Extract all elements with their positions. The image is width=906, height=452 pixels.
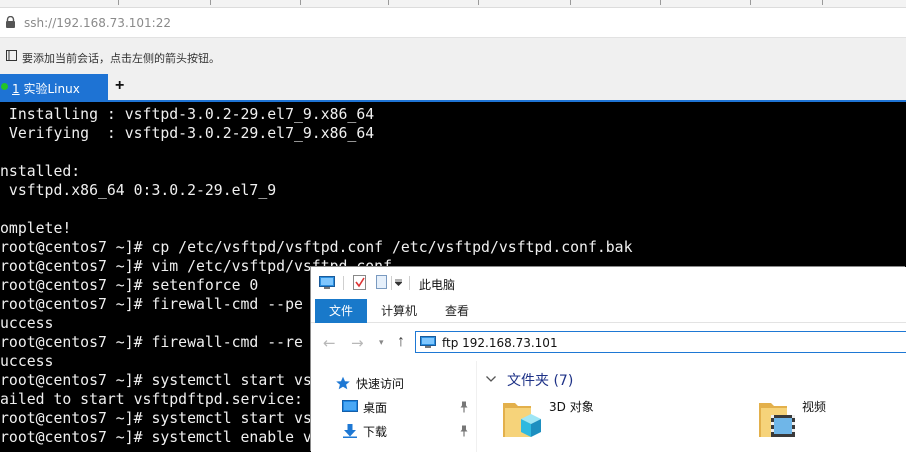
terminal-line: root@centos7 ~]# firewall-cmd --pe [0,296,303,313]
top-toolbar-strip [0,0,906,8]
desktop-icon [342,400,358,412]
toolbar-tick [118,0,119,5]
terminal-line: uccess [0,315,54,332]
up-arrow-icon[interactable]: ↑ [397,333,405,351]
terminal-line: root@centos7 ~]# systemctl start vs [0,410,312,427]
terminal-line: Verifying : vsftpd-3.0.2-29.el7_9.x86_64 [0,125,375,142]
session-address-bar[interactable]: ssh://192.168.73.101:22 [0,8,906,38]
folders-group-title: 文件夹 (7) [507,373,574,389]
properties-check-icon[interactable] [353,275,366,290]
terminal-line: vsftpd.x86_64 0:3.0.2-29.el7_9 [0,182,277,199]
nav-item-desktop[interactable]: 桌面 [311,395,476,419]
hint-bar: 要添加当前会话，点击左侧的箭头按钮。 [0,38,906,74]
window-title: 此电脑 [419,278,456,292]
terminal-line: root@centos7 ~]# setenforce 0 [0,277,259,294]
pin-icon[interactable] [459,425,469,437]
download-icon [343,424,357,438]
add-session-icon[interactable] [5,49,18,62]
toolbar-tick [822,0,823,5]
3d-objects-folder-icon [503,403,541,437]
nav-item-quick-access[interactable]: 快速访问 [311,371,476,395]
chevron-down-icon [486,376,496,382]
forward-arrow-icon[interactable]: → [351,334,364,352]
navigation-pane: 快速访问 桌面 下载 [311,361,476,452]
toolbar-tick [660,0,661,5]
terminal-line: root@centos7 ~]# cp /etc/vsftpd/vsftpd.c… [0,239,633,256]
toolbar-tick [570,0,571,5]
connected-status-dot [1,83,8,90]
folder-label: 视频 [802,400,827,414]
back-arrow-icon[interactable]: ← [323,334,336,352]
tab-file[interactable]: 文件 [315,299,367,323]
nav-item-label: 下载 [363,425,388,439]
pin-icon[interactable] [459,401,469,413]
toolbar-tick [300,0,301,5]
nav-item-label: 快速访问 [356,377,405,391]
videos-folder-icon [759,403,795,437]
folder-label: 3D 对象 [549,400,594,414]
explorer-title-bar: 此电脑 [311,267,906,299]
nav-item-label: 桌面 [363,401,388,415]
file-explorer-window[interactable]: 此电脑 文件 计算机 查看 ← → ▾ ↑ 快速访问 [311,267,906,452]
explorer-ribbon: 文件 计算机 查看 [311,299,906,323]
this-pc-icon [319,276,335,289]
terminal-line: root@centos7 ~]# systemctl enable v [0,429,312,446]
toolbar-tick [750,0,751,5]
nav-item-downloads[interactable]: 下载 [311,419,476,443]
tab-session-linux[interactable]: 1 实验Linux [0,74,108,100]
quick-access-separator [343,276,344,290]
terminal-line: uccess [0,353,54,370]
tab-view[interactable]: 查看 [435,299,479,323]
chevron-down-icon[interactable] [395,279,402,286]
explorer-address-input[interactable] [442,335,882,350]
lock-icon [6,16,15,28]
session-url: ssh://192.168.73.101:22 [24,16,171,30]
new-folder-doc-icon[interactable] [376,275,387,289]
recent-locations-chevron-icon[interactable]: ▾ [379,337,384,348]
terminal-line: omplete! [0,220,72,237]
toolbar-tick [210,0,211,5]
session-tab-bar: 1 实验Linux + [0,74,906,100]
quick-access-separator [409,276,410,290]
terminal-line: root@centos7 ~]# systemctl start vs [0,372,312,389]
tab-label: 1 实验Linux [12,82,80,96]
terminal-line: nstalled: [0,163,81,180]
this-pc-icon [420,336,436,348]
explorer-address-box[interactable] [415,331,906,353]
terminal-line: root@centos7 ~]# firewall-cmd --re [0,334,303,351]
toolbar-tick [478,0,479,5]
terminal-line: ailed to start vsftpdftpd.service: [0,391,303,408]
hint-text: 要添加当前会话，点击左侧的箭头按钮。 [22,52,220,65]
explorer-content: 文件夹 (7) 3D 对象 视频 [477,361,906,452]
quick-access-separator [391,276,392,290]
star-icon [336,376,350,390]
tab-computer[interactable]: 计算机 [373,299,425,323]
toolbar-tick [388,0,389,5]
new-tab-button[interactable]: + [115,77,124,95]
terminal-line: Installing : vsftpd-3.0.2-29.el7_9.x86_6… [0,106,375,123]
explorer-nav-bar: ← → ▾ ↑ [311,323,906,361]
